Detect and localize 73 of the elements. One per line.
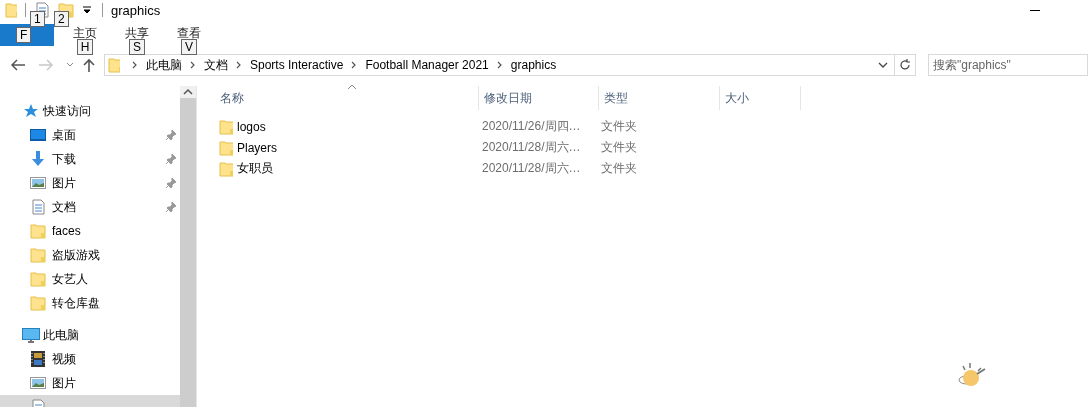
document-icon [30, 199, 48, 215]
keytip: F [16, 27, 32, 43]
dropdown-icon [82, 5, 92, 15]
ribbon-tab[interactable]: 共享 [125, 25, 149, 42]
breadcrumb-item[interactable]: Football Manager 2021 [365, 58, 489, 72]
chevron-right-icon [496, 61, 503, 69]
keytip: V [181, 39, 197, 55]
sidebar-item[interactable]: 下载 [0, 147, 180, 171]
picture-icon [30, 175, 48, 191]
breadcrumb-item[interactable]: 文档 [204, 56, 228, 74]
refresh-icon [899, 59, 912, 71]
chevron-right-icon [236, 61, 242, 69]
file-name[interactable]: Players [237, 140, 277, 155]
sidebar-item[interactable]: 女艺人 [0, 267, 180, 291]
chevron-right-icon [351, 61, 358, 69]
table-cell-text: 2020/11/26/周四… [481, 118, 582, 135]
computer-icon [22, 327, 40, 343]
scrollbar[interactable] [180, 86, 197, 407]
folder-icon [219, 139, 233, 156]
folder-icon [219, 160, 233, 177]
sidebar-item[interactable]: faces [0, 219, 180, 243]
file-name[interactable]: logos [237, 119, 266, 134]
column-header[interactable]: 大小 [720, 86, 801, 110]
ribbon-tab[interactable]: 主页 [73, 25, 97, 42]
breadcrumb-item[interactable]: 此电脑 [146, 56, 182, 74]
folder-icon [108, 57, 120, 73]
sidebar-section[interactable]: 快速访问 [43, 102, 91, 120]
keytip: H [76, 39, 94, 55]
film-icon [30, 351, 48, 367]
table-cell-text: 2020/11/28/周六… [481, 160, 582, 177]
keytip: S [129, 39, 145, 55]
folder-icon [30, 223, 48, 239]
file-tab[interactable]: F [0, 24, 54, 46]
table-cell-text: 文件夹 [600, 139, 638, 156]
column-header[interactable]: 名称 [215, 86, 479, 110]
up-arrow-icon [82, 58, 96, 72]
column-header[interactable]: 修改日期 [479, 86, 599, 110]
search-field[interactable]: 搜索"graphics" [928, 54, 1088, 76]
star-icon [22, 103, 40, 119]
sidebar-item[interactable]: 图片 [0, 171, 180, 195]
folder-icon [30, 295, 48, 311]
chevron-down-icon [878, 62, 889, 68]
picture-icon [30, 375, 48, 391]
minimize-icon[interactable] [1030, 9, 1040, 11]
window-title: graphics [111, 2, 161, 18]
scroll-up-icon [180, 86, 196, 98]
breadcrumb-item[interactable]: Sports Interactive [250, 58, 344, 72]
sidebar-item[interactable]: 转仓库盘 [0, 291, 180, 315]
folder-icon [30, 271, 48, 287]
monitor-icon [30, 127, 48, 143]
chevron-right-icon [190, 61, 196, 69]
sidebar-item[interactable]: 文档 [0, 195, 180, 219]
keytip: 1 [30, 11, 45, 27]
sidebar-item[interactable]: 盗版游戏 [0, 243, 180, 267]
sidebar-item[interactable]: 桌面 [0, 123, 180, 147]
keytip: 2 [54, 11, 69, 27]
table-cell-text: 文件夹 [600, 118, 638, 135]
file-name[interactable]: 女职员 [237, 160, 273, 177]
chevron-right-icon [132, 61, 138, 69]
sidebar-item[interactable]: 视频 [0, 347, 180, 371]
address-bar[interactable]: 此电脑 文档 Sports Interactive Football Manager 2021 graphics [104, 54, 896, 76]
folder-icon [219, 118, 233, 135]
sidebar-section[interactable]: 此电脑 [43, 326, 79, 344]
sidebar-item[interactable]: 图片 [0, 371, 180, 395]
folder-icon [30, 247, 48, 263]
ribbon-tab[interactable]: 查看 [177, 25, 201, 42]
folder-icon [5, 2, 17, 18]
table-cell-text: 2020/11/28/周六… [481, 139, 582, 156]
refresh-button[interactable] [895, 54, 916, 76]
table-cell-text: 文件夹 [600, 160, 638, 177]
chevron-down-icon [66, 62, 74, 68]
breadcrumb-item[interactable]: graphics [510, 58, 557, 72]
column-header[interactable]: 类型 [599, 86, 720, 110]
